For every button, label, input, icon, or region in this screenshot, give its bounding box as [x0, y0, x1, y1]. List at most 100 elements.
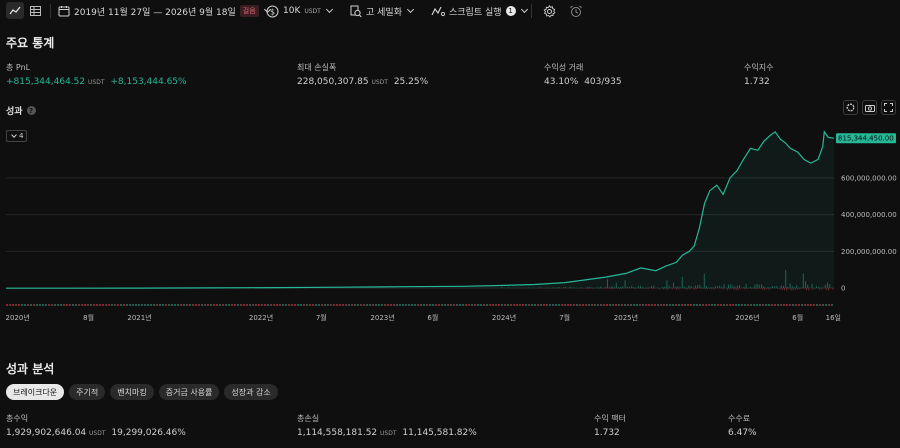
analysis-gross-profit: 총수익 1,929,902,646.04 USDT 19,299,026.46% [6, 413, 186, 438]
table-view-button[interactable] [26, 2, 44, 19]
trade-strip-cell [792, 304, 794, 306]
trade-strip-cell [240, 304, 242, 306]
tab-periodic[interactable]: 주기적 [69, 384, 106, 400]
trade-strip-cell [699, 304, 701, 306]
trade-strip-cell [183, 304, 185, 306]
trade-strip-cell [813, 304, 815, 306]
toolbar-divider [531, 4, 532, 18]
trade-strip-cell [687, 304, 689, 306]
chart-settings-button[interactable] [843, 100, 858, 115]
tab-breakdown[interactable]: 브레이크다운 [6, 384, 65, 400]
date-range-badge: 걸음 [239, 5, 259, 17]
settings-button[interactable] [543, 3, 556, 19]
trade-strip-cell [306, 304, 308, 306]
detail-level-selector[interactable]: 고 세밀화 [350, 3, 415, 19]
trade-strip-cell [450, 304, 452, 306]
trade-bar-loss [634, 288, 636, 289]
trade-bar-loss [588, 288, 590, 289]
strategy-report-panel: 2019년 11월 27일 — 2026년 9월 18일 걸음 $ 10K US… [0, 0, 900, 448]
tab-margin-usage[interactable]: 증거금 사용률 [158, 384, 220, 400]
trade-strip-cell [63, 304, 65, 306]
trade-strip-cell [387, 304, 389, 306]
snapshot-button[interactable] [862, 100, 877, 115]
trade-strip-cell [801, 304, 803, 306]
trade-strip-cell [678, 304, 680, 306]
stat-value: 228,050,307.85 USDT 25.25% [297, 77, 428, 87]
date-range-selector[interactable]: 2019년 11월 27일 — 2026년 9월 18일 걸음 [58, 3, 271, 19]
pnl-value: +815,344,464.52 [6, 77, 86, 87]
trade-strip-cell [600, 304, 602, 306]
gross-profit-unit: USDT [89, 430, 106, 437]
trade-strip-cell [27, 304, 29, 306]
trade-strip-cell [468, 304, 470, 306]
trade-strip-cell [294, 304, 296, 306]
trade-strip-cell [195, 304, 197, 306]
trade-strip-cell [90, 304, 92, 306]
x-tick-label: 6월 [671, 313, 682, 322]
trade-strip-cell [447, 304, 449, 306]
trade-strip-cell [573, 304, 575, 306]
x-tick-label: 2026년 [735, 313, 759, 322]
trade-strip-cell [327, 304, 329, 306]
trade-bar-loss [781, 288, 783, 291]
trade-bar-loss [814, 288, 816, 289]
gross-loss-percent: 11,145,581.82% [402, 428, 477, 438]
trade-strip-cell [378, 304, 380, 306]
gross-profit-value: 1,929,902,646.04 [6, 428, 87, 438]
trade-strip-cell [33, 304, 35, 306]
trade-strip-cell [291, 304, 293, 306]
fullscreen-button[interactable] [881, 100, 896, 115]
trade-strip-cell [519, 304, 521, 306]
trade-strip-cell [621, 304, 623, 306]
trade-strip-cell [615, 304, 617, 306]
stat-label: 수수료 [728, 414, 751, 423]
script-run-selector[interactable]: 스크립트 실행 1 [431, 3, 528, 19]
line-chart-view-button[interactable] [6, 2, 24, 19]
tab-benchmarking[interactable]: 벤치마킹 [110, 384, 154, 400]
trade-strip-cell [807, 304, 809, 306]
help-icon[interactable]: ? [26, 106, 36, 115]
trade-strip-cell [765, 304, 767, 306]
trade-strip-cell [546, 304, 548, 306]
trade-strip-cell [123, 304, 125, 306]
trade-strip-cell [375, 304, 377, 306]
trade-strip-cell [192, 304, 194, 306]
trade-bar-loss [797, 288, 799, 290]
trade-bar-loss [806, 288, 807, 291]
trade-strip-cell [6, 304, 8, 306]
trade-strip-cell [78, 304, 80, 306]
trade-strip-cell [462, 304, 464, 306]
x-tick-label: 2020년 [6, 313, 30, 322]
trade-bar-loss [729, 288, 730, 290]
trade-strip-cell [24, 304, 26, 306]
trade-strip-cell [177, 304, 179, 306]
trade-strip-cell [105, 304, 107, 306]
trade-strip-cell [471, 304, 473, 306]
trade-bar-loss [704, 288, 706, 290]
trade-strip-cell [750, 304, 752, 306]
trade-strip-cell [282, 304, 284, 306]
trade-bar-loss [764, 288, 766, 291]
trade-strip-cell [531, 304, 533, 306]
trade-strip-cell [795, 304, 797, 306]
trade-strip-cell [258, 304, 260, 306]
trade-strip-cell [567, 304, 569, 306]
trade-strip-cell [285, 304, 287, 306]
trade-strip-cell [690, 304, 692, 306]
trade-bar-loss [709, 288, 711, 289]
alert-clock-button[interactable] [569, 3, 583, 19]
initial-capital-selector[interactable]: $ 10K USDT [266, 3, 333, 19]
trade-strip-cell [708, 304, 710, 306]
trade-strip-cell [591, 304, 593, 306]
trade-strip-cell [414, 304, 416, 306]
trade-strip-cell [480, 304, 482, 306]
trade-strip-cell [696, 304, 698, 306]
trade-bar-loss [643, 288, 645, 289]
fullscreen-icon [884, 103, 893, 112]
trade-strip-cell [189, 304, 191, 306]
trade-strip-cell [810, 304, 812, 306]
trade-bar-loss [548, 288, 550, 289]
dollar-coin-icon: $ [266, 5, 279, 17]
trade-bar-loss [821, 288, 823, 290]
tab-growth-decline[interactable]: 성장과 감소 [224, 384, 278, 400]
